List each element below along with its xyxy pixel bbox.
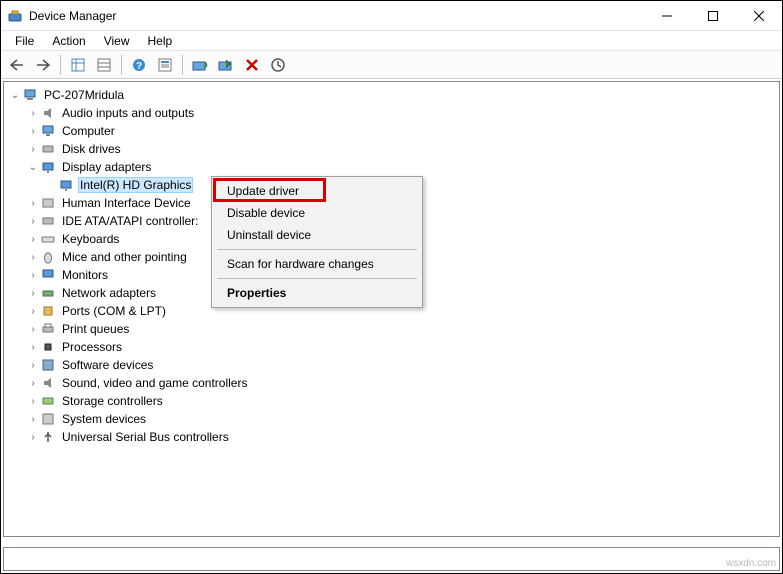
titlebar: Device Manager bbox=[1, 1, 782, 31]
collapse-icon[interactable]: › bbox=[26, 216, 40, 227]
audio-icon bbox=[40, 105, 56, 121]
menubar: File Action View Help bbox=[1, 31, 782, 51]
computer-icon bbox=[22, 87, 38, 103]
device-tree-panel: ⌄ PC-207Mridula ›Audio inputs and output… bbox=[3, 81, 780, 537]
context-menu: Update driver Disable device Uninstall d… bbox=[211, 176, 423, 308]
ctx-disable-device[interactable]: Disable device bbox=[215, 202, 419, 224]
tree-item-sound[interactable]: ›Sound, video and game controllers bbox=[26, 374, 779, 392]
ctx-update-driver[interactable]: Update driver bbox=[215, 180, 419, 202]
window-controls bbox=[644, 1, 782, 30]
ide-icon bbox=[40, 213, 56, 229]
tree-item-print[interactable]: ›Print queues bbox=[26, 320, 779, 338]
collapse-icon[interactable]: › bbox=[26, 198, 40, 209]
network-icon bbox=[40, 285, 56, 301]
toolbar-separator bbox=[182, 55, 183, 75]
cpu-icon bbox=[40, 339, 56, 355]
close-button[interactable] bbox=[736, 1, 782, 30]
context-separator bbox=[217, 249, 417, 250]
disk-icon bbox=[40, 141, 56, 157]
help-button[interactable]: ? bbox=[127, 53, 151, 77]
disable-device-button[interactable] bbox=[214, 53, 238, 77]
menu-file[interactable]: File bbox=[7, 32, 42, 50]
svg-text:?: ? bbox=[136, 61, 142, 72]
toolbar-separator bbox=[60, 55, 61, 75]
toolbar-separator bbox=[121, 55, 122, 75]
properties-button[interactable] bbox=[153, 53, 177, 77]
tree-item-display[interactable]: ⌄Display adapters bbox=[26, 158, 779, 176]
printer-icon bbox=[40, 321, 56, 337]
statusbar bbox=[3, 547, 780, 571]
display-adapter-icon bbox=[40, 159, 56, 175]
collapse-icon[interactable]: › bbox=[26, 288, 40, 299]
collapse-icon[interactable]: › bbox=[26, 306, 40, 317]
ctx-scan-hardware[interactable]: Scan for hardware changes bbox=[215, 253, 419, 275]
ctx-properties[interactable]: Properties bbox=[215, 282, 419, 304]
tree-item-disk[interactable]: ›Disk drives bbox=[26, 140, 779, 158]
update-driver-button[interactable] bbox=[188, 53, 212, 77]
monitor-icon bbox=[40, 123, 56, 139]
mouse-icon bbox=[40, 249, 56, 265]
properties-grid-button[interactable] bbox=[92, 53, 116, 77]
display-adapter-icon bbox=[58, 177, 74, 193]
collapse-icon[interactable]: › bbox=[26, 144, 40, 155]
monitor-icon bbox=[40, 267, 56, 283]
app-icon bbox=[7, 8, 23, 24]
system-icon bbox=[40, 411, 56, 427]
menu-view[interactable]: View bbox=[96, 32, 138, 50]
usb-icon bbox=[40, 429, 56, 445]
watermark: wsxdn.com bbox=[726, 558, 776, 569]
storage-icon bbox=[40, 393, 56, 409]
menu-help[interactable]: Help bbox=[140, 32, 181, 50]
window-title: Device Manager bbox=[29, 9, 644, 23]
audio-icon bbox=[40, 375, 56, 391]
collapse-icon[interactable]: › bbox=[26, 108, 40, 119]
ctx-uninstall-device[interactable]: Uninstall device bbox=[215, 224, 419, 246]
hid-icon bbox=[40, 195, 56, 211]
back-button[interactable] bbox=[5, 53, 29, 77]
forward-button[interactable] bbox=[31, 53, 55, 77]
selected-device-label: Intel(R) HD Graphics bbox=[78, 177, 193, 193]
port-icon bbox=[40, 303, 56, 319]
collapse-icon[interactable]: › bbox=[26, 432, 40, 443]
minimize-button[interactable] bbox=[644, 1, 690, 30]
tree-item-processors[interactable]: ›Processors bbox=[26, 338, 779, 356]
expand-icon[interactable]: ⌄ bbox=[8, 90, 22, 101]
tree-item-computer[interactable]: ›Computer bbox=[26, 122, 779, 140]
tree-item-software[interactable]: ›Software devices bbox=[26, 356, 779, 374]
tree-item-storage[interactable]: ›Storage controllers bbox=[26, 392, 779, 410]
collapse-icon[interactable]: › bbox=[26, 396, 40, 407]
collapse-icon[interactable]: › bbox=[26, 360, 40, 371]
scan-hardware-button[interactable] bbox=[266, 53, 290, 77]
menu-action[interactable]: Action bbox=[44, 32, 93, 50]
toolbar: ? bbox=[1, 51, 782, 79]
software-icon bbox=[40, 357, 56, 373]
show-hide-tree-button[interactable] bbox=[66, 53, 90, 77]
collapse-icon[interactable]: › bbox=[26, 126, 40, 137]
collapse-icon[interactable]: › bbox=[26, 378, 40, 389]
context-separator bbox=[217, 278, 417, 279]
tree-root[interactable]: ⌄ PC-207Mridula bbox=[8, 86, 779, 104]
uninstall-device-button[interactable] bbox=[240, 53, 264, 77]
maximize-button[interactable] bbox=[690, 1, 736, 30]
tree-root-label: PC-207Mridula bbox=[42, 88, 126, 102]
tree-item-usb[interactable]: ›Universal Serial Bus controllers bbox=[26, 428, 779, 446]
collapse-icon[interactable]: › bbox=[26, 342, 40, 353]
keyboard-icon bbox=[40, 231, 56, 247]
collapse-icon[interactable]: › bbox=[26, 252, 40, 263]
collapse-icon[interactable]: › bbox=[26, 270, 40, 281]
collapse-icon[interactable]: › bbox=[26, 324, 40, 335]
tree-item-audio[interactable]: ›Audio inputs and outputs bbox=[26, 104, 779, 122]
tree-item-system[interactable]: ›System devices bbox=[26, 410, 779, 428]
collapse-icon[interactable]: › bbox=[26, 234, 40, 245]
collapse-icon[interactable]: › bbox=[26, 414, 40, 425]
expand-icon[interactable]: ⌄ bbox=[26, 162, 40, 173]
